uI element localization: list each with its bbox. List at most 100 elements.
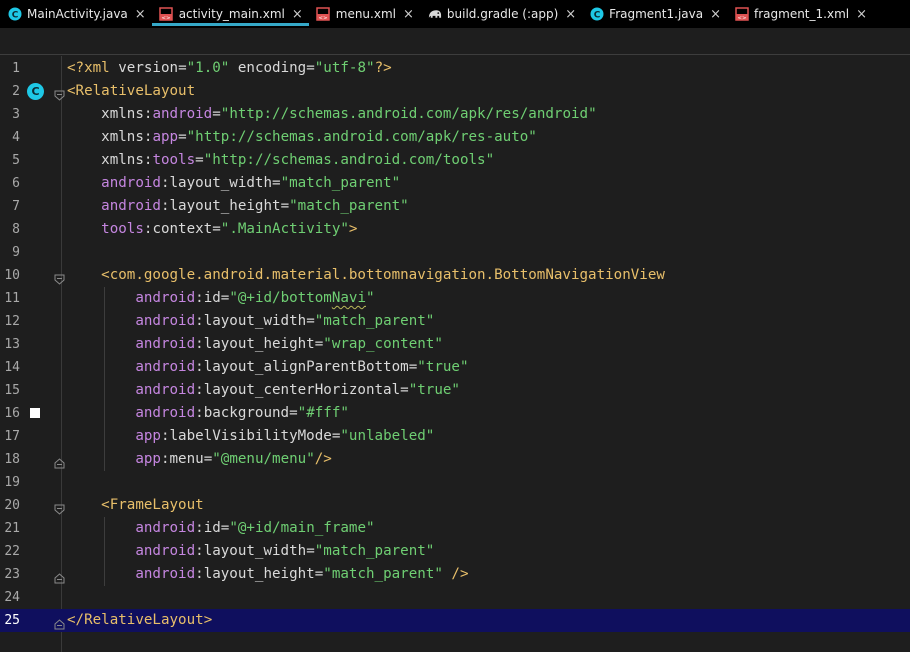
code-line[interactable]: 23 android:layout_height="match_parent" … bbox=[0, 563, 910, 586]
tab-menu-xml[interactable]: <> menu.xml × bbox=[309, 0, 420, 28]
code-token: android bbox=[135, 382, 196, 398]
fold-end-icon[interactable] bbox=[54, 454, 65, 469]
code-token: context bbox=[152, 221, 213, 237]
svg-text:<>: <> bbox=[737, 16, 747, 22]
line-number: 12 bbox=[4, 314, 20, 329]
code-line[interactable]: 8 tools:context=".MainActivity"> bbox=[0, 218, 910, 241]
code-token: : bbox=[195, 405, 204, 421]
code-line[interactable]: 20 <FrameLayout bbox=[0, 494, 910, 517]
code-text: xmlns:tools="http://schemas.android.com/… bbox=[67, 149, 494, 172]
code-text: <RelativeLayout bbox=[67, 80, 195, 103]
code-line[interactable]: 9 bbox=[0, 241, 910, 264]
code-text: android:layout_height="match_parent" /> bbox=[67, 563, 468, 586]
code-text: android:id="@+id/bottomNavi" bbox=[67, 287, 375, 310]
class-badge-icon[interactable]: C bbox=[27, 83, 44, 100]
code-line[interactable]: 19 bbox=[0, 471, 910, 494]
tab-build-gradle-app[interactable]: build.gradle (:app) × bbox=[420, 0, 582, 28]
fold-collapse-icon[interactable] bbox=[54, 500, 65, 515]
close-tab-icon[interactable]: × bbox=[403, 7, 414, 22]
close-tab-icon[interactable]: × bbox=[135, 7, 146, 22]
line-number: 15 bbox=[4, 383, 20, 398]
code-token: tools bbox=[152, 152, 196, 168]
close-tab-icon[interactable]: × bbox=[292, 7, 303, 22]
code-line[interactable]: 21 android:id="@+id/main_frame" bbox=[0, 517, 910, 540]
code-line[interactable]: 1 <?xml version="1.0" encoding="utf-8"?> bbox=[0, 57, 910, 80]
code-line[interactable]: 24 bbox=[0, 586, 910, 609]
tab-label: activity_main.xml bbox=[178, 7, 285, 21]
code-token: = bbox=[306, 313, 315, 329]
svg-text:C: C bbox=[11, 11, 18, 21]
code-text: android:layout_alignParentBottom="true" bbox=[67, 356, 468, 379]
code-token: "@menu/menu" bbox=[212, 451, 315, 467]
tab-label: Fragment1.java bbox=[609, 7, 704, 21]
line-number: 7 bbox=[12, 199, 20, 214]
fold-collapse-icon[interactable] bbox=[54, 270, 65, 285]
close-tab-icon[interactable]: × bbox=[856, 7, 867, 22]
code-line[interactable]: 13 android:layout_height="wrap_content" bbox=[0, 333, 910, 356]
java-class-icon: C bbox=[589, 7, 604, 22]
code-token: : bbox=[195, 290, 204, 306]
code-token: background bbox=[203, 405, 290, 421]
code-line[interactable]: 11 android:id="@+id/bottomNavi" bbox=[0, 287, 910, 310]
code-token: = bbox=[178, 129, 187, 145]
code-token: RelativeLayout bbox=[84, 612, 204, 628]
code-line[interactable]: 5 xmlns:tools="http://schemas.android.co… bbox=[0, 149, 910, 172]
code-line[interactable]: 15 android:layout_centerHorizontal="true… bbox=[0, 379, 910, 402]
code-token: "true" bbox=[417, 359, 469, 375]
code-line[interactable]: 22 android:layout_width="match_parent" bbox=[0, 540, 910, 563]
code-token: layout_width bbox=[169, 175, 273, 191]
code-line[interactable]: 17 app:labelVisibilityMode="unlabeled" bbox=[0, 425, 910, 448]
code-line[interactable]: 7 android:layout_height="match_parent" bbox=[0, 195, 910, 218]
code-token: : bbox=[195, 336, 204, 352]
code-token: = bbox=[212, 221, 221, 237]
code-line[interactable]: 6 android:layout_width="match_parent" bbox=[0, 172, 910, 195]
line-number: 20 bbox=[4, 498, 20, 513]
tab-activity-main-xml[interactable]: <> activity_main.xml × bbox=[151, 0, 309, 28]
code-line[interactable]: 3 xmlns:android="http://schemas.android.… bbox=[0, 103, 910, 126]
code-line[interactable]: 18 app:menu="@menu/menu"/> bbox=[0, 448, 910, 471]
code-token: = bbox=[306, 543, 315, 559]
tab-fragment-1-xml[interactable]: <> fragment_1.xml × bbox=[727, 0, 873, 28]
code-token: = bbox=[408, 359, 418, 375]
tab-mainactivity-java[interactable]: C MainActivity.java × bbox=[0, 0, 152, 28]
code-text: <FrameLayout bbox=[67, 494, 204, 517]
code-line[interactable]: 12 android:layout_width="match_parent" bbox=[0, 310, 910, 333]
code-text: android:layout_centerHorizontal="true" bbox=[67, 379, 460, 402]
code-text: </RelativeLayout> bbox=[67, 609, 212, 632]
code-token: " bbox=[366, 290, 375, 306]
code-token: android bbox=[135, 543, 196, 559]
code-token: : bbox=[195, 543, 204, 559]
svg-text:C: C bbox=[593, 11, 600, 21]
close-tab-icon[interactable]: × bbox=[565, 7, 576, 22]
color-swatch-icon[interactable] bbox=[30, 408, 40, 418]
code-token: menu bbox=[169, 451, 204, 467]
fold-collapse-icon[interactable] bbox=[54, 86, 65, 101]
code-line[interactable]: 16 android:background="#fff" bbox=[0, 402, 910, 425]
code-line[interactable]: 4 xmlns:app="http://schemas.android.com/… bbox=[0, 126, 910, 149]
code-line[interactable]: 2 <RelativeLayout C bbox=[0, 80, 910, 103]
code-token: FrameLayout bbox=[109, 497, 204, 513]
code-text: tools:context=".MainActivity"> bbox=[67, 218, 357, 241]
tab-label: menu.xml bbox=[335, 7, 396, 21]
code-editor[interactable]: 1 <?xml version="1.0" encoding="utf-8"?> 2… bbox=[0, 56, 910, 652]
fold-end-icon[interactable] bbox=[54, 615, 65, 630]
tab-fragment1-java[interactable]: C Fragment1.java × bbox=[582, 0, 727, 28]
code-line[interactable]: 25 </RelativeLayout> bbox=[0, 609, 910, 632]
close-tab-icon[interactable]: × bbox=[710, 7, 721, 22]
code-line[interactable]: 10 <com.google.android.material.bottomna… bbox=[0, 264, 910, 287]
code-token: layout_centerHorizontal bbox=[203, 382, 401, 398]
code-text: xmlns:android="http://schemas.android.co… bbox=[67, 103, 596, 126]
code-token: tools bbox=[101, 221, 144, 237]
fold-end-icon[interactable] bbox=[54, 569, 65, 584]
code-line[interactable]: 14 android:layout_alignParentBottom="tru… bbox=[0, 356, 910, 379]
code-text: <?xml version="1.0" encoding="utf-8"?> bbox=[67, 57, 392, 80]
